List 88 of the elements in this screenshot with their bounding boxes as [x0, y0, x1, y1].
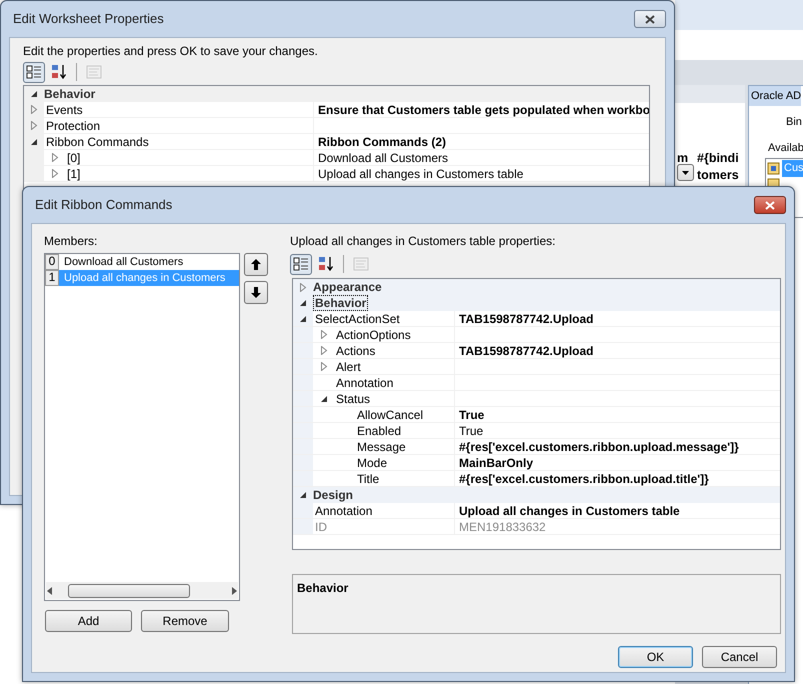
scrollbar-thumb[interactable] [68, 584, 190, 598]
collapse-icon[interactable] [30, 138, 38, 146]
expand-icon[interactable] [30, 105, 38, 114]
property-name: Ribbon Commands [45, 134, 149, 150]
property-value[interactable]: Upload all changes in Customers table [318, 167, 524, 181]
spreadsheet-cell: tomers [697, 167, 739, 183]
move-up-button[interactable] [244, 253, 268, 276]
property-name: Actions [335, 342, 376, 358]
property-name: Annotation [335, 374, 394, 390]
expand-icon[interactable] [320, 362, 328, 371]
property-value[interactable]: TAB1598787742.Upload [459, 312, 594, 326]
horizontal-scrollbar[interactable] [46, 582, 238, 599]
property-name: ID [314, 518, 327, 534]
ok-button[interactable]: OK [618, 646, 693, 668]
close-icon [645, 14, 655, 24]
property-name: Enabled [356, 422, 402, 438]
dropdown-button[interactable] [677, 164, 694, 181]
property-pages-icon [353, 256, 369, 272]
property-value[interactable]: True [459, 424, 484, 438]
property-value[interactable]: True [459, 408, 484, 422]
category-label[interactable]: Design [313, 487, 354, 503]
spreadsheet-cell: m [677, 150, 688, 166]
description-title: Behavior [297, 580, 350, 597]
category-label[interactable]: Appearance [313, 279, 382, 295]
expand-icon[interactable] [51, 169, 59, 178]
categorized-icon [26, 64, 42, 80]
property-name: Mode [356, 454, 388, 470]
property-value[interactable]: Download all Customers [318, 151, 448, 165]
property-name: Title [356, 470, 380, 486]
scroll-left-icon[interactable] [46, 586, 54, 594]
property-name: Alert [335, 358, 361, 374]
window-title: Edit Ribbon Commands [35, 196, 172, 214]
instruction-text: Edit the properties and press OK to save your changes. [23, 43, 319, 60]
expand-icon[interactable] [299, 282, 307, 292]
category-label[interactable]: Behavior [313, 295, 368, 311]
property-name: Status [335, 390, 370, 406]
remove-button[interactable]: Remove [141, 610, 229, 632]
close-button[interactable] [634, 10, 666, 28]
property-value[interactable]: #{res['excel.customers.ribbon.upload.message']} [459, 440, 739, 454]
property-name: SelectActionSet [314, 310, 400, 326]
close-button[interactable] [754, 196, 786, 214]
property-name: AllowCancel [356, 406, 424, 422]
property-value[interactable]: TAB1598787742.Upload [459, 344, 594, 358]
property-name: Events [45, 102, 83, 118]
sort-icon [318, 256, 334, 272]
collapse-icon[interactable] [299, 491, 307, 499]
member-index: 0 [45, 254, 59, 270]
expand-icon[interactable] [320, 346, 328, 355]
property-name: ActionOptions [335, 326, 411, 342]
close-icon [765, 200, 775, 210]
member-index: 1 [45, 270, 59, 286]
window-title: Edit Worksheet Properties [13, 10, 164, 28]
properties-label: Upload all changes in Customers table properties: [290, 233, 556, 250]
categorized-icon [293, 256, 309, 272]
property-name: [1] [66, 166, 80, 182]
property-name: Message [356, 438, 406, 454]
member-item[interactable]: Download all Customers [59, 254, 239, 270]
add-button[interactable]: Add [45, 610, 132, 632]
move-down-button[interactable] [244, 281, 268, 304]
property-value[interactable]: Ribbon Commands (2) [318, 135, 446, 149]
property-value[interactable]: Upload all changes in Customers table [459, 504, 680, 518]
collapse-icon[interactable] [30, 90, 38, 98]
property-name: Protection [45, 118, 100, 134]
toolbar-button[interactable] [290, 254, 312, 274]
collapse-icon[interactable] [299, 299, 307, 307]
caret-icon [682, 170, 689, 174]
property-name: Annotation [314, 502, 372, 518]
toolbar-button[interactable] [23, 62, 45, 82]
property-value[interactable]: #{res['excel.customers.ribbon.upload.title']} [459, 472, 709, 486]
expand-icon[interactable] [30, 121, 38, 130]
panel-title: Oracle AD [749, 86, 802, 106]
collapse-icon[interactable] [299, 314, 307, 322]
property-pages-icon [86, 64, 102, 80]
property-value[interactable]: MainBarOnly [459, 456, 534, 470]
sort-icon [51, 64, 67, 80]
category-label[interactable]: Behavior [44, 86, 96, 102]
scroll-right-icon[interactable] [230, 586, 238, 594]
members-label: Members: [44, 233, 98, 250]
expand-icon[interactable] [51, 153, 59, 162]
up-arrow-icon [251, 259, 261, 270]
property-name: [0] [66, 150, 80, 166]
panel-label: Bin [786, 115, 802, 130]
table-icon [767, 162, 780, 175]
collapse-icon[interactable] [320, 394, 328, 402]
cancel-button[interactable]: Cancel [702, 646, 777, 668]
expand-icon[interactable] [320, 330, 328, 339]
spreadsheet-cell: #{bindi [697, 150, 739, 166]
down-arrow-icon [251, 287, 261, 298]
